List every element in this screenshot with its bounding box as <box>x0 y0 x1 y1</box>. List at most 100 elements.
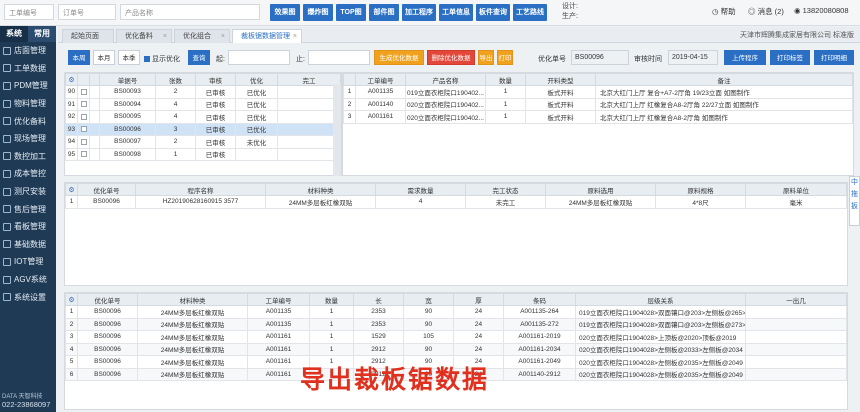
product-search-input[interactable]: 产品名称 <box>120 4 260 20</box>
table-row[interactable]: 1 A001135 019立面衣柜院口190402... 1 板式开料 北京大红门上厅 复… <box>343 85 853 99</box>
program-button[interactable]: 加工程序 <box>402 4 436 21</box>
tab-optimize-combine[interactable]: 优化组合 × <box>174 29 230 43</box>
query-button[interactable]: 查询 <box>188 50 210 65</box>
process-route-button[interactable]: 工艺路线 <box>513 4 547 21</box>
show-optimized-checkbox[interactable]: 显示优化 <box>144 54 180 64</box>
sidebar-item[interactable]: 售后管理 <box>0 200 56 218</box>
settings-icon[interactable]: ⚙ <box>65 73 78 86</box>
table-row[interactable]: 95 BS00098 1 已审核 <box>65 147 341 161</box>
print-detail-button[interactable]: 打印明细 <box>814 50 854 65</box>
month-button[interactable]: 本月 <box>93 50 115 65</box>
col-yield: 一出几 <box>745 293 847 306</box>
table-cell: 已审核 <box>195 135 236 149</box>
sidebar-item[interactable]: 成本管控 <box>0 165 56 183</box>
table-row[interactable]: 3 A001161 020立面衣柜院口190402... 1 板式开料 北京大红门上厅 红… <box>343 110 853 124</box>
explode-view-button[interactable]: 爆炸图 <box>303 4 333 21</box>
table-cell: BS00096 <box>77 367 138 381</box>
table-row[interactable]: 94 BS00097 2 已审核 未优化 <box>65 135 341 149</box>
table-cell: BS00096 <box>77 355 138 369</box>
help-link[interactable]: ◷ 帮助 <box>712 6 736 17</box>
col-cut-type: 开料类型 <box>525 73 596 86</box>
close-icon[interactable]: × <box>293 30 297 43</box>
table-row[interactable]: 90 BS00093 2 已审核 已优化 <box>65 85 341 99</box>
table-row[interactable]: 1 BS00096 24MM多层板红橡双贴 A001135 1 2353 90 24 A0011… <box>65 305 847 319</box>
table-row[interactable]: 4 BS00096 24MM多层板红橡双贴 A001161 1 2912 90 24 A0011… <box>65 342 847 356</box>
order-info-button[interactable]: 工单信息 <box>439 4 473 21</box>
messages-link[interactable]: ◎ 消息 (2) <box>748 6 784 17</box>
row-checkbox[interactable] <box>77 135 90 149</box>
tab-home[interactable]: 起始页面 <box>62 29 114 43</box>
row-checkbox[interactable] <box>77 97 90 111</box>
sidebar-item[interactable]: 基础数据 <box>0 236 56 254</box>
render-view-button[interactable]: 效果图 <box>270 4 300 21</box>
close-icon[interactable]: × <box>221 30 225 43</box>
quarter-button[interactable]: 本季 <box>118 50 140 65</box>
table-row[interactable]: 3 BS00096 24MM多层板红橡双贴 A001161 1 1529 105 24 A001… <box>65 330 847 344</box>
print-button[interactable]: 打印 <box>497 50 513 65</box>
company-name: 天津市辉腾集成家居有限公司 标准版 <box>740 32 854 39</box>
sidebar-item[interactable]: 优化备料 <box>0 112 56 130</box>
sidebar-item[interactable]: 看板管理 <box>0 218 56 236</box>
part-view-button[interactable]: 部件图 <box>369 4 399 21</box>
floating-service-bar[interactable]: 中 拖 扳 <box>849 176 860 226</box>
table-cell: 020立面衣柜院口1904028>上顶板@2020>顶板@2019 <box>575 330 746 344</box>
to-date-input[interactable] <box>308 50 370 65</box>
table-cell <box>745 317 847 331</box>
sidebar-item[interactable]: 现场管理 <box>0 130 56 148</box>
col-sheets: 张数 <box>155 73 196 86</box>
table-row[interactable]: 91 BS00094 4 已审核 已优化 <box>65 97 341 111</box>
generate-optimize-button[interactable]: 生成优化数据 <box>374 50 424 65</box>
order-no-search-input[interactable]: 订单号 <box>58 4 116 20</box>
user-menu[interactable]: ◉ 13820080808 <box>794 6 849 15</box>
upload-program-button[interactable]: 上传程序 <box>724 50 766 65</box>
settings-icon[interactable]: ⚙ <box>65 293 78 306</box>
table-cell: 1 <box>155 147 196 161</box>
board-query-button[interactable]: 板件查询 <box>476 4 510 21</box>
table-cell: 91 <box>65 97 78 111</box>
table-cell: 90 <box>65 85 78 99</box>
chinese-icon[interactable]: 中 <box>850 177 859 189</box>
top-view-button[interactable]: TOP图 <box>336 4 366 21</box>
week-button[interactable]: 本周 <box>68 50 90 65</box>
table-row[interactable]: 92 BS00095 4 已审核 已优化 <box>65 110 341 124</box>
sidebar-item[interactable]: PDM管理 <box>0 77 56 95</box>
sidebar-item[interactable]: 系统设置 <box>0 288 56 306</box>
row-checkbox[interactable] <box>77 122 90 136</box>
sidebar-item[interactable]: 店面管理 <box>0 42 56 60</box>
wrench-icon[interactable]: 扳 <box>850 201 859 213</box>
export-button[interactable]: 导出 <box>478 50 494 65</box>
sidebar-item[interactable]: 数控加工 <box>0 148 56 166</box>
delete-optimize-button[interactable]: 删除优化数据 <box>427 50 475 65</box>
drag-icon[interactable]: 拖 <box>850 189 859 201</box>
row-checkbox[interactable] <box>77 85 90 99</box>
from-label: 起: <box>216 56 225 63</box>
close-icon[interactable]: × <box>163 30 167 43</box>
table-cell: BS00096 <box>77 195 136 209</box>
sidebar-tab-system[interactable]: 系统 <box>0 26 28 42</box>
vertical-scrollbar[interactable] <box>333 84 341 176</box>
sidebar-item[interactable]: 工单数据 <box>0 60 56 78</box>
print-label-button[interactable]: 打印标签 <box>770 50 810 65</box>
sidebar-tab-common[interactable]: 常用 <box>28 26 56 42</box>
table-row[interactable]: 2 A001140 020立面衣柜院口190402... 1 板式开料 北京大红门上厅 红… <box>343 97 853 111</box>
sidebar-item[interactable]: IOT管理 <box>0 253 56 271</box>
table-cell: 020立面衣柜院口1904028>左侧板@2035>左侧板@2049 <box>575 367 746 381</box>
tab-saw-data[interactable]: 裁板锯数据管理 × <box>232 29 302 43</box>
sidebar-item-label: PDM管理 <box>14 81 48 91</box>
row-checkbox[interactable] <box>77 147 90 161</box>
order-search-input[interactable]: 工单编号 <box>4 4 54 20</box>
table-cell: A001135-264 <box>503 305 576 319</box>
table-cell: 已审核 <box>195 147 236 161</box>
row-checkbox[interactable] <box>77 110 90 124</box>
settings-icon[interactable]: ⚙ <box>65 183 78 196</box>
table-row[interactable]: 2 BS00096 24MM多层板红橡双贴 A001135 1 2353 90 24 A0011… <box>65 317 847 331</box>
table-row[interactable]: 93 BS00096 3 已审核 已优化 <box>65 122 341 136</box>
from-date-input[interactable] <box>228 50 290 65</box>
tab-optimize-material[interactable]: 优化备料 × <box>116 29 172 43</box>
table-cell: 4 <box>65 342 78 356</box>
table-cell: BS00098 <box>99 147 156 161</box>
sidebar-item[interactable]: AGV系统 <box>0 271 56 289</box>
sidebar-item[interactable]: 测尺安装 <box>0 183 56 201</box>
table-row[interactable]: 1 BS00096 HZ20190628160915 3577 24MM多层板红橡双贴… <box>65 195 847 209</box>
sidebar-item[interactable]: 物料管理 <box>0 95 56 113</box>
